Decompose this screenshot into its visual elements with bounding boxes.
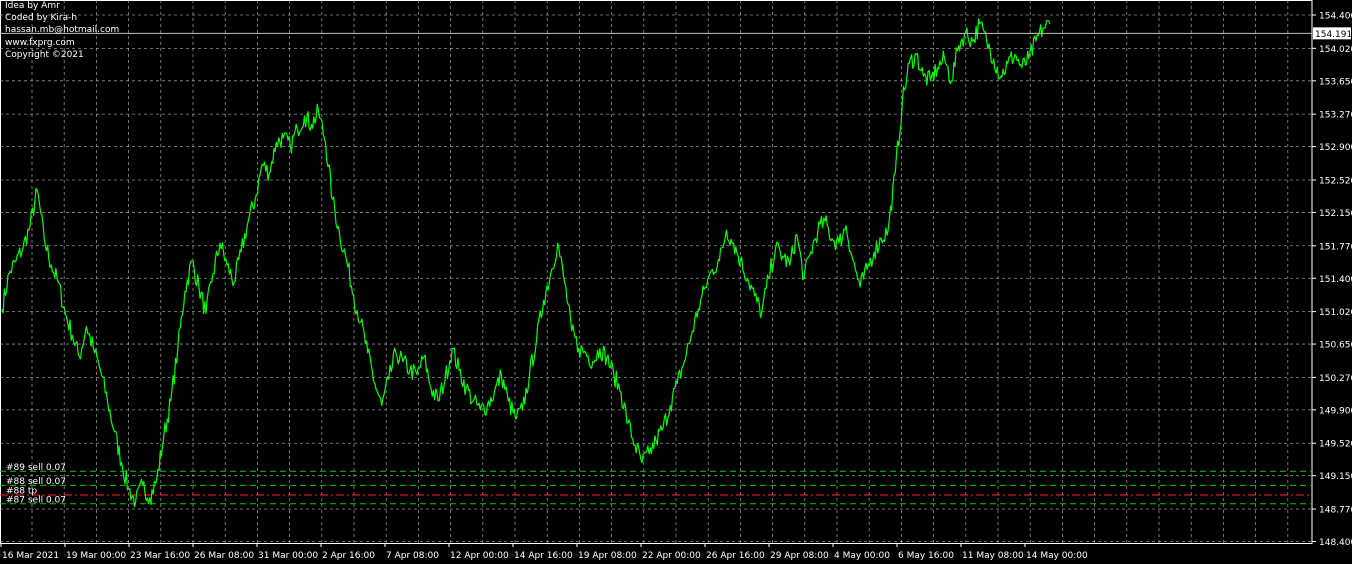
info-line: Copyright ©2021 — [5, 49, 84, 60]
order-level-label: #87 sell 0.07 — [6, 495, 66, 505]
y-tick-label: 153.650 — [1319, 77, 1352, 87]
x-tick-label: 14 Apr 16:00 — [514, 551, 573, 561]
order-level-label: #89 sell 0.07 — [6, 463, 66, 473]
y-tick-label: 151.020 — [1319, 308, 1352, 318]
y-tick-label: 150.650 — [1319, 341, 1352, 351]
y-tick-label: 149.520 — [1319, 440, 1352, 450]
y-tick-label: 149.150 — [1319, 472, 1352, 482]
x-tick-label: 19 Mar 00:00 — [66, 551, 126, 561]
expert-info-panel: Idea by Amr Coded by Kira-h hassan.mb@ho… — [5, 0, 119, 61]
info-line: www.fxprg.com — [5, 37, 75, 48]
y-tick-label: 154.020 — [1319, 45, 1352, 55]
x-tick-label: 26 Mar 08:00 — [194, 551, 254, 561]
x-tick-label: 7 Apr 08:00 — [386, 551, 439, 561]
x-tick-label: 6 May 16:00 — [898, 551, 954, 561]
y-tick-label: 150.270 — [1319, 374, 1352, 384]
x-tick-label: 22 Apr 00:00 — [642, 551, 701, 561]
order-level-label: #88 sell 0.07 — [6, 477, 66, 487]
x-tick-label: 19 Apr 08:00 — [578, 551, 637, 561]
plot-frame — [0, 0, 1313, 544]
x-tick-label: 11 May 08:00 — [962, 551, 1024, 561]
x-tick-label: 12 Apr 00:00 — [450, 551, 509, 561]
x-tick-label: 26 Apr 16:00 — [706, 551, 765, 561]
y-tick-label: 151.770 — [1319, 242, 1352, 252]
x-tick-label: 14 May 00:00 — [1026, 551, 1088, 561]
current-price-label: 154.191 — [1315, 30, 1352, 40]
x-tick-label: 2 Apr 16:00 — [322, 551, 375, 561]
x-tick-label: 31 Mar 00:00 — [258, 551, 318, 561]
info-line: hassan.mb@hotmail.com — [5, 25, 120, 36]
y-tick-label: 148.770 — [1319, 506, 1352, 516]
info-line: Idea by Amr — [5, 1, 60, 11]
y-tick-label: 154.400 — [1319, 12, 1352, 22]
x-tick-label: 16 Mar 2021 — [2, 551, 59, 561]
info-line: Coded by Kira-h — [5, 13, 78, 24]
y-tick-label: 149.900 — [1319, 406, 1352, 416]
y-tick-label: 152.150 — [1319, 209, 1352, 219]
x-tick-label: 23 Mar 16:00 — [130, 551, 190, 561]
price-series-line — [1, 18, 1051, 508]
x-tick-label: 29 Apr 08:00 — [770, 551, 829, 561]
y-tick-label: 153.270 — [1319, 111, 1352, 121]
x-tick-label: 4 May 00:00 — [834, 551, 890, 561]
y-tick-label: 152.520 — [1319, 176, 1352, 186]
price-chart[interactable]: 154.400 154.020 153.650 153.270 152.900 152.5… — [0, 0, 1352, 564]
y-tick-label: 151.400 — [1319, 275, 1352, 285]
y-tick-label: 148.400 — [1319, 538, 1352, 548]
y-tick-label: 152.900 — [1319, 143, 1352, 153]
